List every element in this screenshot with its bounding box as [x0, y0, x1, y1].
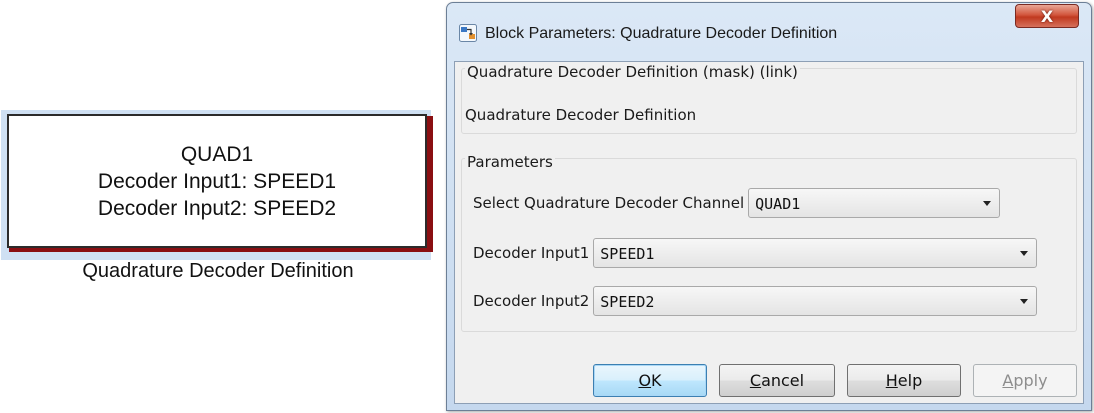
- channel-label: Select Quadrature Decoder Channel: [473, 194, 745, 212]
- param-row-input1: Decoder Input1 SPEED1: [473, 238, 1038, 268]
- help-mnemonic: H: [885, 371, 898, 390]
- ok-button[interactable]: OK: [593, 364, 707, 397]
- decoder-input1-select[interactable]: SPEED1: [593, 238, 1038, 268]
- cancel-label-rest: ancel: [761, 371, 805, 390]
- decoder-input1-value: SPEED1: [600, 245, 655, 263]
- channel-select-value: QUAD1: [755, 195, 801, 213]
- dialog-titlebar[interactable]: Block Parameters: Quadrature Decoder Def…: [447, 3, 1091, 59]
- decoder-input2-value: SPEED2: [600, 293, 655, 311]
- decoder-input2-label: Decoder Input2: [473, 292, 590, 310]
- quadrature-decoder-block[interactable]: QUAD1 Decoder Input1: SPEED1 Decoder Inp…: [7, 114, 427, 248]
- apply-label-rest: pply: [1013, 371, 1048, 390]
- help-button[interactable]: Help: [847, 364, 961, 397]
- help-label-rest: elp: [897, 371, 923, 390]
- block-name-label[interactable]: Quadrature Decoder Definition: [0, 260, 436, 283]
- chevron-down-icon: [983, 201, 992, 206]
- mask-description: Quadrature Decoder Definition: [465, 106, 697, 124]
- ok-label-rest: K: [651, 371, 662, 390]
- chevron-down-icon: [1020, 251, 1029, 256]
- dialog-title: Block Parameters: Quadrature Decoder Def…: [485, 25, 838, 42]
- param-row-input2: Decoder Input2 SPEED2: [473, 286, 1038, 316]
- decoder-input1-label: Decoder Input1: [473, 244, 590, 262]
- param-row-channel: Select Quadrature Decoder Channel QUAD1: [473, 188, 1001, 218]
- block-channel-text: QUAD1: [180, 142, 254, 166]
- screenshot-stage: QUAD1 Decoder Input1: SPEED1 Decoder Inp…: [0, 0, 1094, 413]
- cancel-button[interactable]: Cancel: [719, 364, 835, 397]
- dialog-client-area: Quadrature Decoder Definition (mask) (li…: [454, 61, 1084, 404]
- close-button[interactable]: X: [1015, 4, 1079, 28]
- block-input1-text: Decoder Input1: SPEED1: [97, 169, 337, 193]
- chevron-down-icon: [1020, 299, 1029, 304]
- parameters-title: Parameters: [465, 153, 555, 171]
- apply-mnemonic: A: [1002, 371, 1014, 390]
- decoder-input2-select[interactable]: SPEED2: [593, 286, 1038, 316]
- cancel-mnemonic: C: [749, 371, 762, 390]
- block-parameters-dialog: Block Parameters: Quadrature Decoder Def…: [446, 2, 1092, 411]
- block-input2-text: Decoder Input2: SPEED2: [97, 196, 337, 220]
- channel-select[interactable]: QUAD1: [748, 188, 1001, 218]
- ok-mnemonic: O: [638, 371, 652, 390]
- simulink-app-icon: [459, 24, 477, 42]
- close-icon: X: [1040, 6, 1054, 26]
- apply-button[interactable]: Apply: [973, 364, 1077, 397]
- mask-title: Quadrature Decoder Definition (mask) (li…: [465, 63, 800, 81]
